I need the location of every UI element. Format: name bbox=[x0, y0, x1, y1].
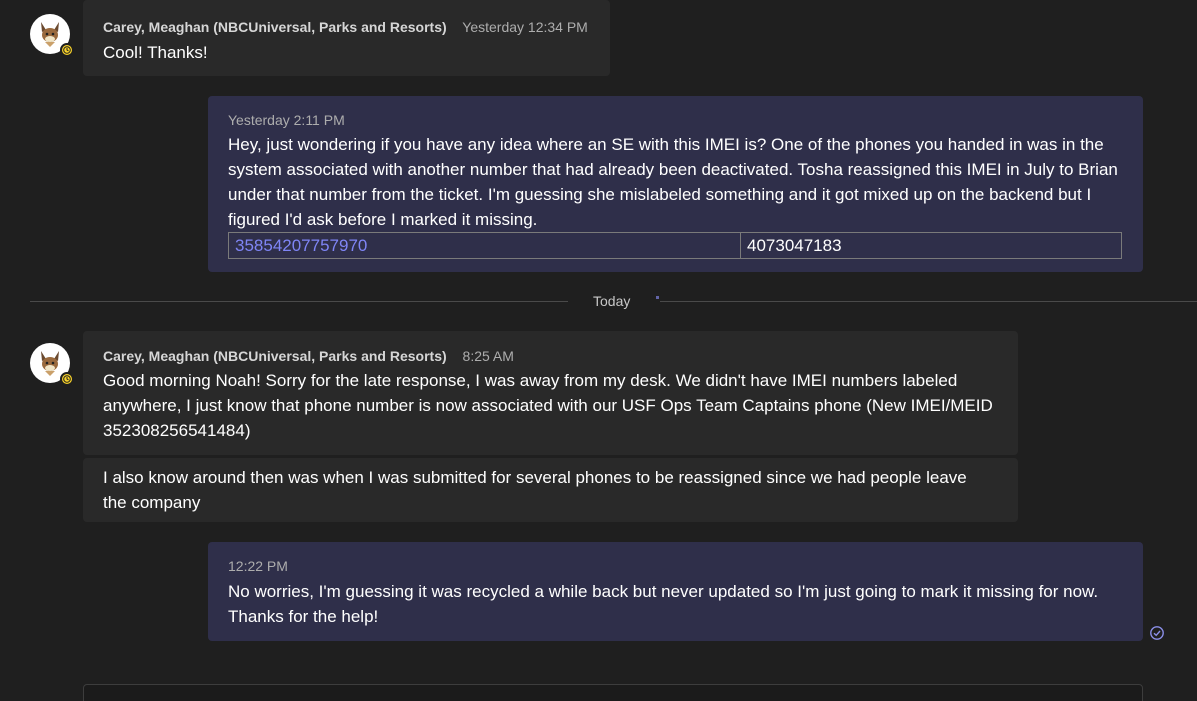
message-bubble-followup[interactable]: I also know around then was when I was s… bbox=[83, 458, 1018, 522]
avatar[interactable] bbox=[30, 14, 74, 57]
message-bubble[interactable]: Yesterday 2:11 PM Hey, just wondering if… bbox=[208, 96, 1143, 272]
imei-link[interactable]: 35854207757970 bbox=[229, 233, 741, 258]
message-bubble[interactable]: 12:22 PM No worries, I'm guessing it was… bbox=[208, 542, 1143, 641]
date-divider-line-left bbox=[30, 301, 568, 302]
message-bubble[interactable]: Carey, Meaghan (NBCUniversal, Parks and … bbox=[83, 331, 1018, 455]
message-text: Cool! Thanks! bbox=[103, 43, 208, 62]
date-divider-label: Today bbox=[593, 293, 631, 309]
read-receipt-check-icon bbox=[1150, 626, 1164, 640]
sender-name[interactable]: Carey, Meaghan (NBCUniversal, Parks and … bbox=[103, 348, 447, 364]
message-text: No worries, I'm guessing it was recycled… bbox=[228, 582, 1099, 626]
message-header: Yesterday 2:11 PM bbox=[228, 111, 1123, 129]
message-timestamp: Yesterday 2:11 PM bbox=[228, 112, 345, 128]
message-timestamp: 8:25 AM bbox=[462, 348, 514, 364]
message-timestamp: 12:22 PM bbox=[228, 558, 288, 574]
avatar-cartoon-icon bbox=[41, 22, 59, 47]
message-bubble[interactable]: Carey, Meaghan (NBCUniversal, Parks and … bbox=[83, 0, 610, 76]
away-status-icon bbox=[60, 372, 74, 386]
message-timestamp: Yesterday 12:34 PM bbox=[462, 19, 588, 35]
phone-number-cell: 4073047183 bbox=[747, 236, 842, 255]
divider-marker bbox=[656, 296, 659, 299]
message-text: Hey, just wondering if you have any idea… bbox=[228, 135, 1118, 229]
sender-name[interactable]: Carey, Meaghan (NBCUniversal, Parks and … bbox=[103, 19, 447, 35]
message-header: Carey, Meaghan (NBCUniversal, Parks and … bbox=[103, 347, 998, 365]
compose-box[interactable] bbox=[83, 684, 1143, 701]
away-status-icon bbox=[60, 43, 74, 57]
message-header: 12:22 PM bbox=[228, 557, 1123, 575]
date-divider-line-right bbox=[660, 301, 1197, 302]
chat-pane: Carey, Meaghan (NBCUniversal, Parks and … bbox=[0, 0, 1197, 701]
message-header: Carey, Meaghan (NBCUniversal, Parks and … bbox=[103, 18, 590, 36]
avatar-cartoon-icon bbox=[41, 351, 59, 376]
imei-table: 35854207757970 4073047183 bbox=[228, 232, 1122, 259]
message-text: I also know around then was when I was s… bbox=[103, 468, 967, 512]
message-text: Good morning Noah! Sorry for the late re… bbox=[103, 371, 993, 440]
avatar[interactable] bbox=[30, 343, 74, 386]
